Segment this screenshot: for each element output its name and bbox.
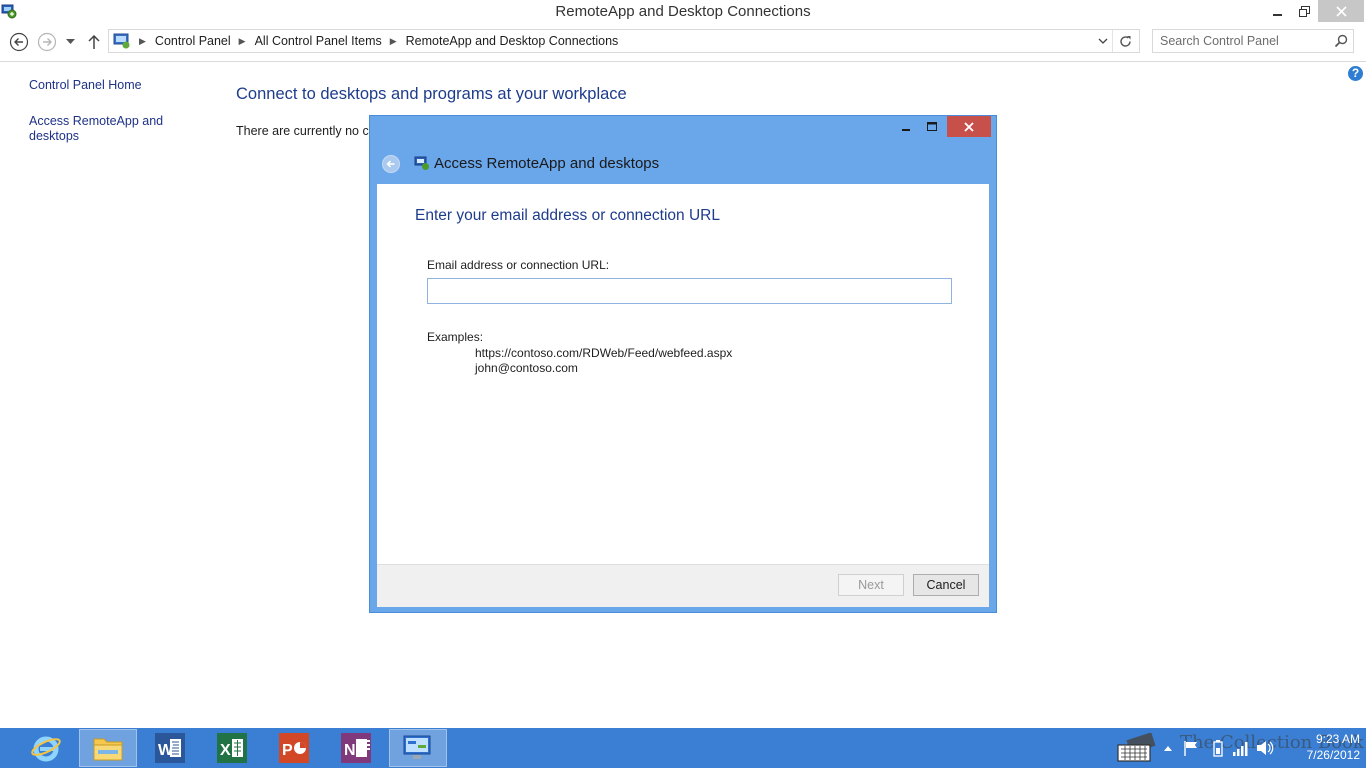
- show-hidden-icons-button[interactable]: [1163, 728, 1173, 768]
- email-url-label: Email address or connection URL:: [427, 258, 610, 272]
- access-remoteapp-dialog: Access RemoteApp and desktops Enter your…: [369, 115, 997, 613]
- breadcrumb-separator-icon: ▶: [238, 35, 246, 46]
- battery-icon[interactable]: [1212, 728, 1224, 768]
- word-icon: W: [155, 733, 185, 763]
- address-history-button[interactable]: [1095, 32, 1111, 50]
- up-arrow-icon: [88, 35, 100, 49]
- powerpoint-icon: P: [279, 733, 309, 763]
- window-titlebar: RemoteApp and Desktop Connections: [0, 0, 1366, 23]
- dialog-minimize-button[interactable]: [895, 116, 917, 137]
- chevron-up-icon: [1164, 746, 1172, 751]
- navigation-bar: ▶ Control Panel ▶ All Control Panel Item…: [0, 23, 1366, 62]
- back-arrow-icon: [9, 32, 29, 52]
- taskbar-file-explorer[interactable]: [79, 729, 137, 767]
- window-title: RemoteApp and Desktop Connections: [555, 3, 811, 20]
- breadcrumb-separator-icon: ▶: [139, 35, 146, 46]
- internet-explorer-icon: [31, 736, 61, 762]
- onenote-icon: N: [341, 733, 371, 763]
- dialog-footer: Next Cancel: [377, 564, 989, 607]
- cancel-button[interactable]: Cancel: [913, 574, 979, 596]
- recent-locations-button[interactable]: [62, 31, 78, 53]
- refresh-button[interactable]: [1112, 30, 1137, 52]
- back-button[interactable]: [8, 31, 30, 53]
- network-icon[interactable]: [1232, 728, 1250, 768]
- access-remoteapp-link-line2: desktops: [29, 129, 80, 143]
- chevron-down-icon: [1098, 38, 1108, 44]
- page-title: Connect to desktops and programs at your…: [236, 85, 627, 103]
- search-icon[interactable]: [1333, 33, 1349, 49]
- dialog-title: Access RemoteApp and desktops: [434, 155, 660, 172]
- forward-arrow-icon: [37, 32, 57, 52]
- close-icon: [964, 121, 974, 132]
- action-center-icon[interactable]: [1183, 728, 1199, 768]
- access-remoteapp-link-line1: Access RemoteApp and: [29, 114, 164, 128]
- breadcrumb-all-items[interactable]: All Control Panel Items: [255, 34, 382, 48]
- help-icon[interactable]: ?: [1348, 66, 1363, 81]
- control-panel-home-link[interactable]: Control Panel Home: [29, 78, 142, 93]
- example-url: https://contoso.com/RDWeb/Feed/webfeed.a…: [475, 346, 733, 360]
- email-url-input[interactable]: [427, 278, 952, 304]
- dialog-content: Enter your email address or connection U…: [377, 184, 989, 607]
- breadcrumb-control-panel[interactable]: Control Panel: [155, 34, 231, 48]
- up-button[interactable]: [84, 31, 104, 53]
- dialog-heading: Enter your email address or connection U…: [415, 207, 720, 224]
- control-panel-icon: [113, 33, 131, 49]
- search-box[interactable]: [1152, 29, 1354, 53]
- access-remoteapp-link[interactable]: Access RemoteApp and desktops: [29, 114, 163, 144]
- search-input[interactable]: [1153, 30, 1336, 52]
- dialog-back-button[interactable]: [382, 155, 400, 173]
- back-arrow-icon: [386, 160, 395, 168]
- taskbar: W X P N The Collection Book 9:23 AM 7/26…: [0, 728, 1366, 768]
- address-bar[interactable]: ▶ Control Panel ▶ All Control Panel Item…: [108, 29, 1140, 53]
- dialog-close-button[interactable]: [947, 116, 991, 137]
- keyboard-icon: [1117, 733, 1156, 762]
- taskbar-internet-explorer[interactable]: [17, 729, 75, 767]
- touch-keyboard-button[interactable]: [1116, 728, 1156, 768]
- file-explorer-icon: [93, 738, 123, 761]
- breadcrumb-separator-icon: ▶: [389, 35, 397, 46]
- restore-button[interactable]: [1292, 0, 1316, 22]
- next-button[interactable]: Next: [838, 574, 904, 596]
- volume-icon[interactable]: [1256, 728, 1274, 768]
- forward-button[interactable]: [36, 31, 58, 53]
- excel-icon: X: [217, 733, 247, 763]
- svg-text:W: W: [158, 742, 174, 759]
- taskbar-powerpoint[interactable]: P: [265, 729, 323, 767]
- taskbar-clock[interactable]: 9:23 AM 7/26/2012: [1280, 731, 1360, 763]
- taskbar-word[interactable]: W: [141, 729, 199, 767]
- taskbar-control-panel[interactable]: [389, 729, 447, 767]
- clock-time: 9:23 AM: [1315, 732, 1360, 746]
- taskbar-onenote[interactable]: N: [327, 729, 385, 767]
- minimize-button[interactable]: [1266, 0, 1290, 22]
- examples-label: Examples:: [427, 330, 484, 344]
- control-panel-icon: [403, 735, 431, 759]
- status-text: There are currently no co: [236, 124, 376, 138]
- refresh-icon: [1119, 35, 1131, 47]
- svg-text:X: X: [220, 742, 231, 759]
- svg-text:N: N: [344, 742, 356, 759]
- breadcrumb: ▶ Control Panel ▶ All Control Panel Item…: [113, 31, 618, 51]
- svg-text:P: P: [282, 742, 293, 759]
- clock-date: 7/26/2012: [1306, 748, 1360, 762]
- taskbar-excel[interactable]: X: [203, 729, 261, 767]
- chevron-down-icon: [65, 39, 75, 44]
- breadcrumb-remoteapp[interactable]: RemoteApp and Desktop Connections: [406, 34, 619, 48]
- flag-icon: [1184, 741, 1197, 756]
- example-email: john@contoso.com: [475, 361, 578, 375]
- dialog-maximize-button[interactable]: [921, 116, 943, 137]
- close-button[interactable]: [1318, 0, 1364, 22]
- remoteapp-icon: [414, 155, 430, 171]
